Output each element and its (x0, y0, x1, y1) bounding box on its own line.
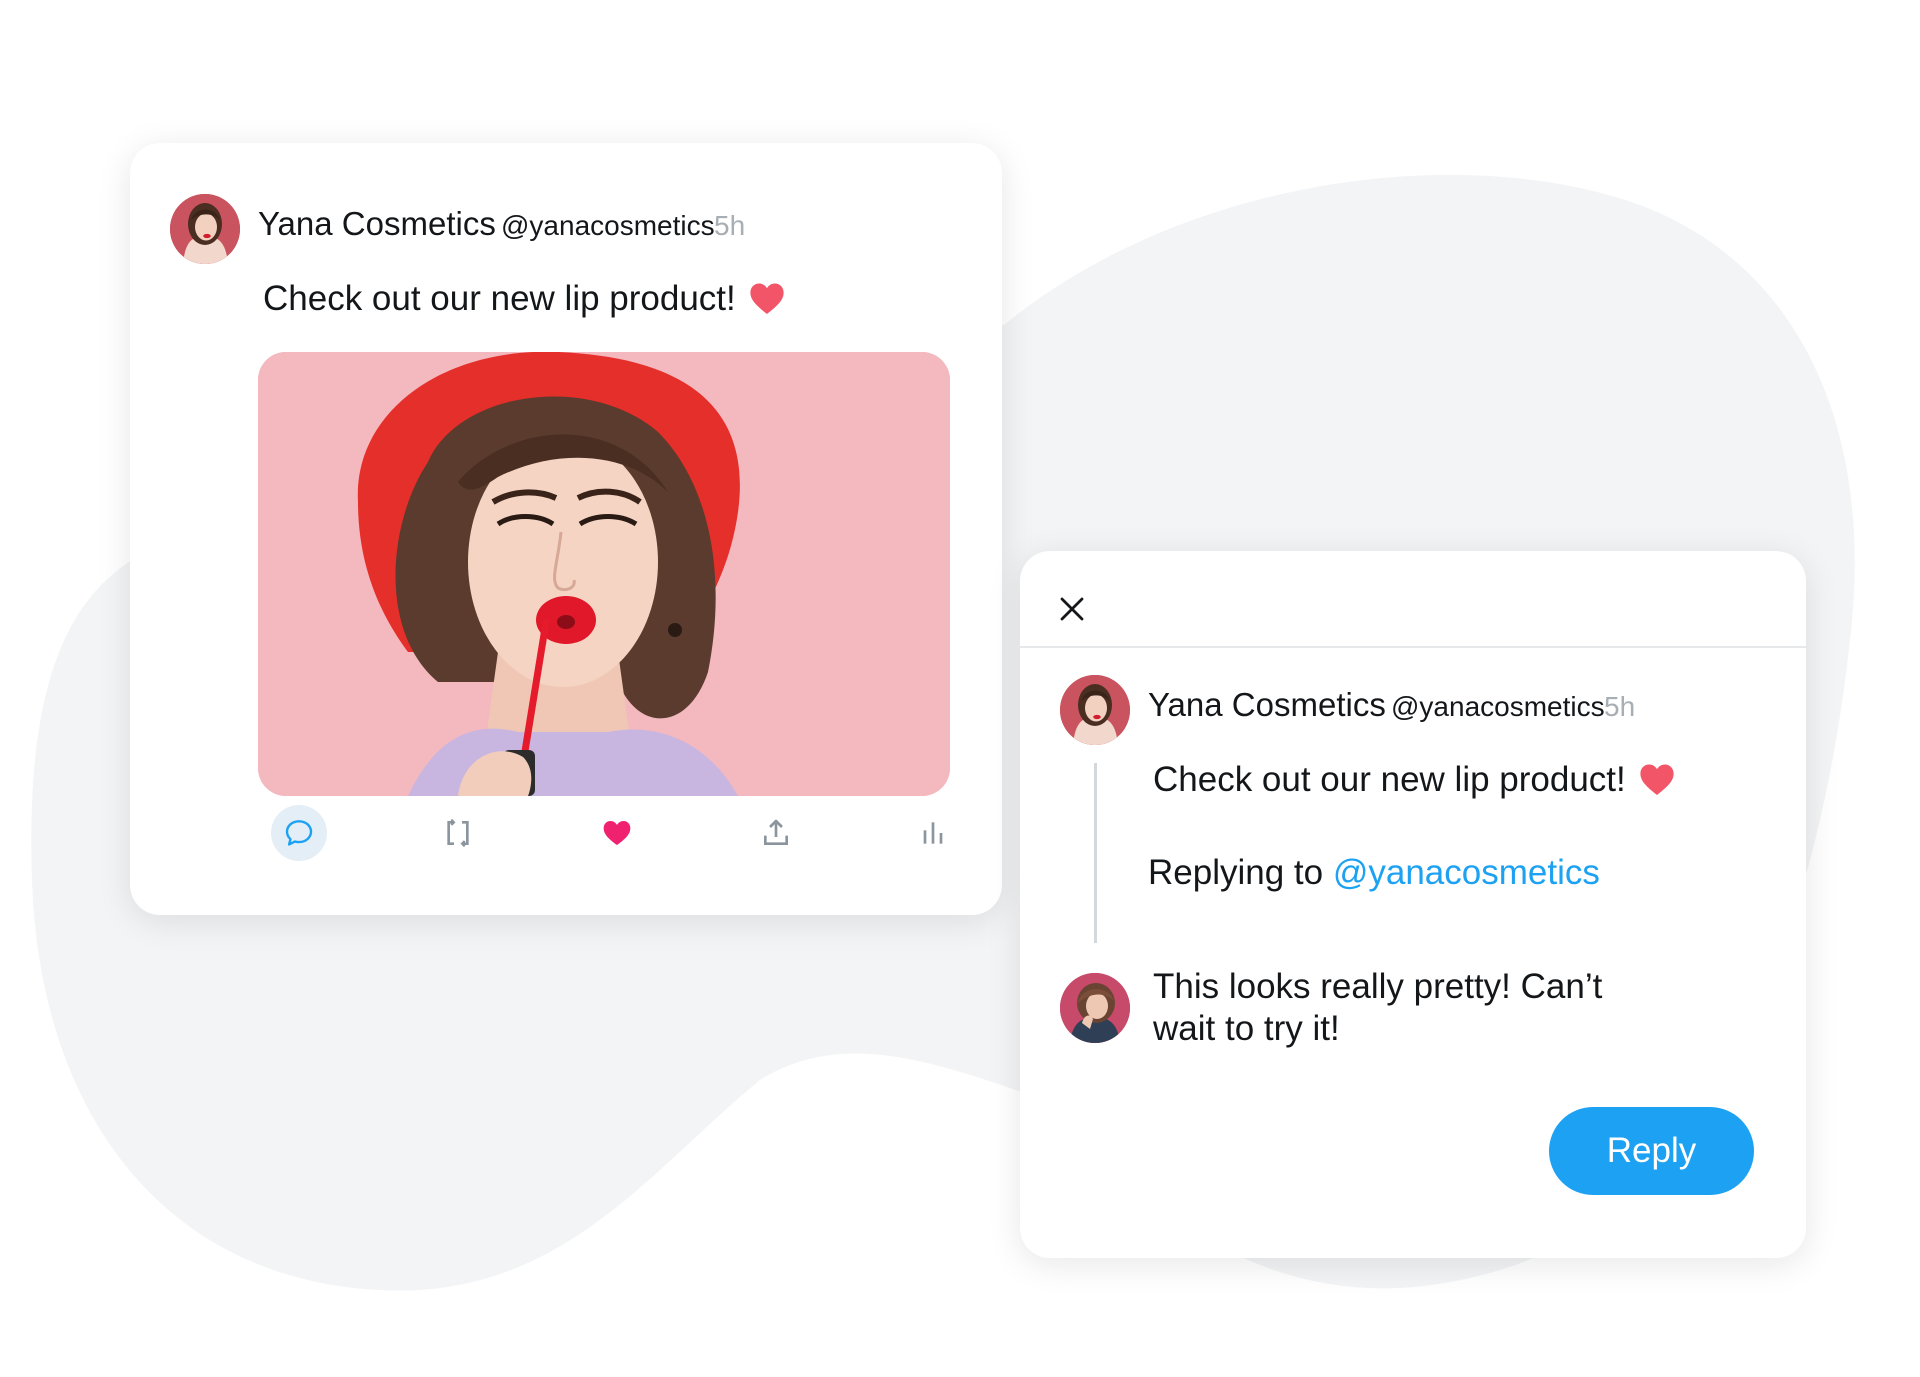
account-handle[interactable]: @yanacosmetics (501, 210, 715, 242)
quoted-account-name[interactable]: Yana Cosmetics (1148, 686, 1386, 724)
quoted-tweet-text: Check out our new lip product! (1153, 760, 1626, 799)
account-name[interactable]: Yana Cosmetics (258, 205, 496, 243)
heart-icon (603, 821, 631, 845)
user-avatar[interactable] (1060, 973, 1130, 1043)
speech-bubble-icon (285, 820, 313, 846)
dialog-divider (1020, 646, 1806, 648)
tweet-text: Check out our new lip product! (263, 279, 736, 318)
analytics-action-button[interactable] (905, 805, 961, 861)
reply-action-button[interactable] (271, 805, 327, 861)
replying-to-line: Replying to @yanacosmetics (1148, 853, 1600, 893)
brand-avatar[interactable] (1060, 675, 1130, 745)
draft-reply-text[interactable]: This looks really pretty! Can’t wait to … (1153, 966, 1673, 1050)
close-icon (1060, 597, 1084, 621)
brand-avatar[interactable] (170, 194, 240, 264)
tweet-timestamp[interactable]: 5h (714, 210, 745, 242)
retweet-icon (447, 818, 469, 848)
reply-button[interactable]: Reply (1549, 1107, 1754, 1195)
red-heart-icon (1640, 764, 1674, 796)
share-action-button[interactable] (748, 805, 804, 861)
thread-line (1094, 763, 1097, 943)
replying-to-handle-link[interactable]: @yanacosmetics (1333, 853, 1600, 892)
share-icon (764, 819, 788, 845)
quoted-account-handle[interactable]: @yanacosmetics (1391, 691, 1605, 723)
bar-chart-icon (923, 822, 943, 844)
close-button[interactable] (1050, 587, 1094, 631)
tweet-media-photo[interactable] (258, 352, 950, 796)
replying-to-label: Replying to (1148, 853, 1324, 892)
retweet-action-button[interactable] (430, 805, 486, 861)
quoted-timestamp[interactable]: 5h (1604, 691, 1635, 723)
like-action-button[interactable] (589, 805, 645, 861)
red-heart-icon (750, 283, 784, 315)
reply-dialog: Yana Cosmetics @yanacosmetics 5h Check o… (1020, 551, 1806, 1258)
tweet-card: Yana Cosmetics @yanacosmetics 5h Check o… (130, 143, 1002, 915)
